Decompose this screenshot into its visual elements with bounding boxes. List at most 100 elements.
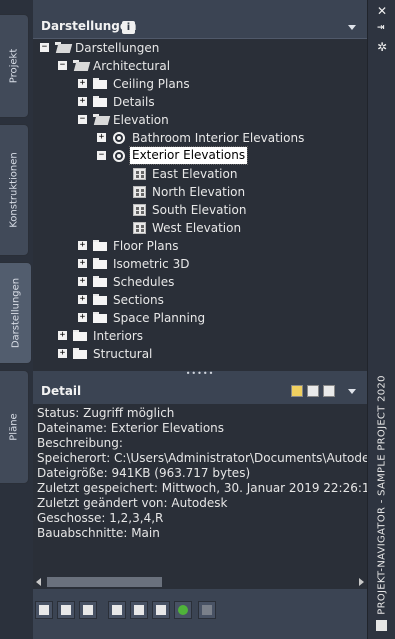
tree-label: Bathroom Interior Elevations [132, 131, 305, 145]
detail-view-icon [61, 605, 71, 615]
tree-node-bathroom-elevations[interactable]: + Bathroom Interior Elevations [33, 129, 367, 147]
expand-icon[interactable]: + [78, 79, 87, 88]
tree-node-exterior-elevations[interactable]: − Exterior Elevations [33, 146, 367, 165]
panel-splitter-handle[interactable]: ••••• [33, 370, 367, 381]
tab-plaene-label: Pläne [8, 413, 20, 441]
elevation-view-icon [113, 150, 125, 162]
preview-icon[interactable] [291, 385, 303, 397]
tab-darstellungen[interactable]: Darstellungen [0, 262, 32, 364]
folder-icon [93, 258, 107, 269]
expand-icon[interactable]: + [78, 313, 87, 322]
detail-header: Detail [33, 381, 367, 401]
tree-node-elevation[interactable]: − Elevation [33, 111, 367, 129]
new-section-view-button[interactable] [79, 601, 97, 619]
project-navigator-window: Projekt Konstruktionen Darstellungen Plä… [0, 0, 395, 639]
collapse-icon[interactable]: − [40, 43, 49, 52]
tab-projekt-label: Projekt [8, 48, 20, 84]
properties-icon [112, 605, 122, 615]
detail-content: Status: Zugriff möglich Dateiname: Exter… [33, 404, 367, 574]
tree-node-schedules[interactable]: + Schedules [33, 273, 367, 291]
tree-node-west-elevation[interactable]: West Elevation [33, 219, 367, 237]
subview-icon [133, 204, 146, 216]
gear-icon[interactable]: ✲ [377, 40, 387, 54]
tree-node-ceiling-plans[interactable]: + Ceiling Plans [33, 75, 367, 93]
tree-label: Floor Plans [113, 239, 179, 253]
tree-node-details[interactable]: + Details [33, 93, 367, 111]
regenerate-button[interactable] [198, 601, 216, 619]
tree-node-interiors[interactable]: + Interiors [33, 327, 367, 345]
table-icon [156, 605, 166, 615]
expand-icon[interactable]: + [78, 277, 87, 286]
collapse-icon[interactable]: − [58, 61, 67, 70]
new-view-icon [39, 605, 49, 615]
new-detail-view-button[interactable] [57, 601, 75, 619]
subview-icon [133, 168, 146, 180]
tree-node-architectural[interactable]: − Architectural [33, 57, 367, 75]
properties-button[interactable] [108, 601, 126, 619]
tree-node-root[interactable]: − Darstellungen [33, 39, 367, 57]
tree-label: Interiors [93, 329, 144, 343]
folder-icon [93, 78, 107, 89]
views-tree: − Darstellungen − Architectural + Ceilin… [33, 38, 367, 372]
tab-darstellungen-label: Darstellungen [10, 277, 21, 349]
tree-node-floor-plans[interactable]: + Floor Plans [33, 237, 367, 255]
tree-label: West Elevation [152, 221, 242, 235]
detail-view-icon[interactable] [307, 385, 319, 397]
tree-node-structural[interactable]: + Structural [33, 345, 367, 363]
subview-icon [133, 222, 146, 234]
expand-icon[interactable]: + [97, 133, 106, 142]
detail-menu-chevron-icon[interactable] [348, 389, 356, 394]
new-view-button[interactable] [35, 601, 53, 619]
vertical-tab-strip: Projekt Konstruktionen Darstellungen Plä… [0, 0, 33, 639]
select-button[interactable] [130, 601, 148, 619]
tree-node-sections[interactable]: + Sections [33, 291, 367, 309]
tab-projekt[interactable]: Projekt [0, 14, 29, 118]
tab-konstruktionen[interactable]: Konstruktionen [0, 124, 29, 256]
tree-label: South Elevation [152, 203, 247, 217]
close-icon[interactable]: ✕ [377, 4, 387, 18]
image-view-icon[interactable] [323, 385, 335, 397]
collapse-icon[interactable]: − [78, 115, 87, 124]
tree-node-space-planning[interactable]: + Space Planning [33, 309, 367, 327]
detail-title: Detail [41, 384, 82, 398]
horizontal-scrollbar[interactable] [33, 574, 367, 589]
folder-icon [93, 96, 107, 107]
detail-description: Beschreibung: [37, 436, 123, 450]
expand-icon[interactable]: + [58, 331, 67, 340]
expand-icon[interactable]: + [78, 295, 87, 304]
folder-icon [73, 330, 87, 341]
tree-label: Sections [113, 293, 164, 307]
scroll-right-icon[interactable] [359, 578, 364, 586]
tree-label: Space Planning [113, 311, 206, 325]
palette-title-strip: ✕ ⇥ ✲ PROJEKT-NAVIGATOR - SAMPLE PROJECT… [367, 0, 395, 639]
collapse-icon[interactable]: − [97, 151, 106, 160]
expand-icon[interactable]: + [78, 97, 87, 106]
refresh-button[interactable] [174, 601, 192, 619]
folder-icon [93, 240, 107, 251]
info-icon[interactable]: i [122, 21, 135, 34]
scroll-left-icon[interactable] [36, 578, 41, 586]
tree-node-north-elevation[interactable]: North Elevation [33, 183, 367, 201]
subview-icon [133, 186, 146, 198]
tree-node-east-elevation[interactable]: East Elevation [33, 165, 367, 183]
tree-label: Details [113, 95, 155, 109]
expand-icon[interactable]: + [58, 349, 67, 358]
expand-icon[interactable]: + [78, 259, 87, 268]
tree-node-south-elevation[interactable]: South Elevation [33, 201, 367, 219]
auto-hide-icon[interactable]: ⇥ [377, 23, 385, 33]
tree-label: Architectural [93, 59, 171, 73]
folder-open-icon [73, 60, 87, 71]
palette-options-icon[interactable] [376, 620, 387, 631]
panel-menu-chevron-icon[interactable] [348, 25, 356, 30]
refresh-icon [178, 605, 188, 615]
tab-plaene[interactable]: Pläne [0, 370, 29, 484]
schedule-button[interactable] [152, 601, 170, 619]
tree-node-isometric[interactable]: + Isometric 3D [33, 255, 367, 273]
tab-konstruktionen-label: Konstruktionen [8, 152, 20, 228]
folder-icon [93, 312, 107, 323]
detail-filename: Dateiname: Exterior Elevations [37, 421, 225, 435]
section-view-icon [83, 605, 93, 615]
scroll-thumb[interactable] [47, 577, 162, 587]
expand-icon[interactable]: + [78, 241, 87, 250]
detail-floors: Geschosse: 1,2,3,4,R [37, 511, 164, 525]
